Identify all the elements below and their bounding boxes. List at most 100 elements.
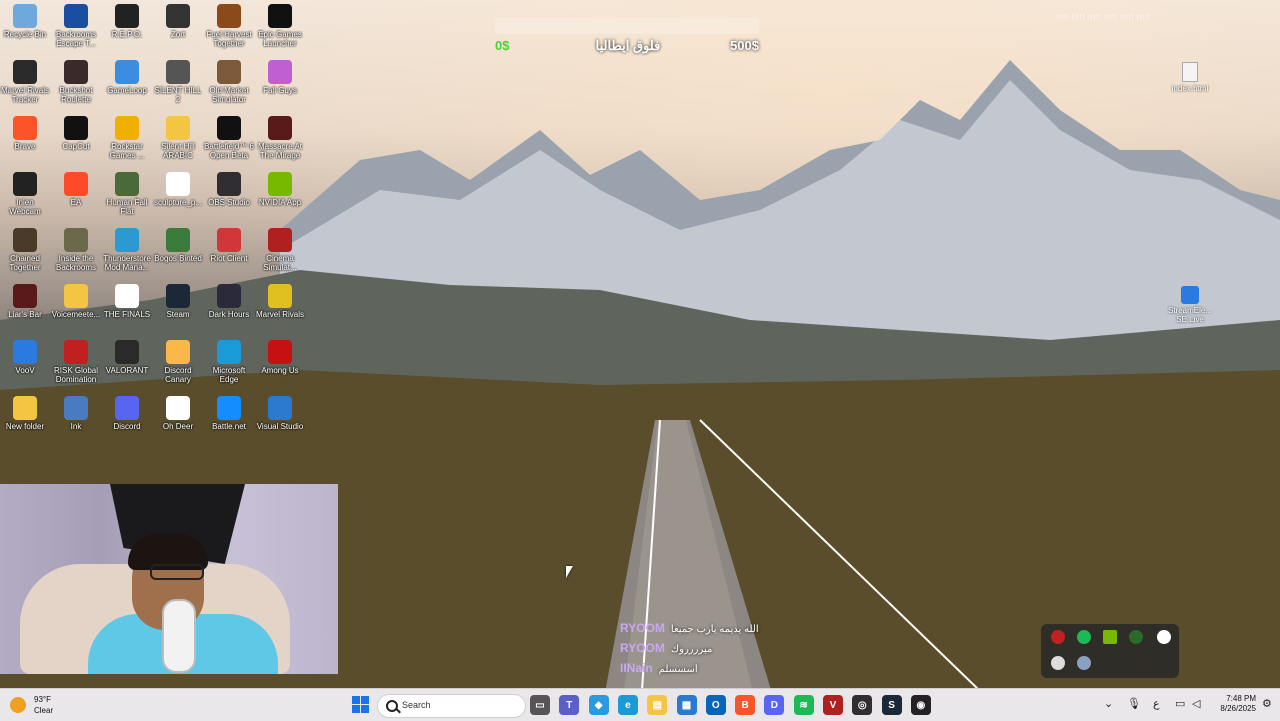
desktop-icon-streamelements[interactable]: StreamEle... SE.Live [1165,286,1215,324]
desktop-icon[interactable]: Among Us [255,338,305,375]
desktop-icon[interactable]: sculpture_p... [153,170,203,207]
desktop-icon[interactable]: Fuel Harvest Together [204,2,254,48]
teams-icon[interactable]: T [559,695,580,715]
desktop-icon[interactable]: Liar's Bar [0,282,50,319]
fall-guys-icon [268,60,292,84]
desktop-icon[interactable]: Massacre At The Mirage [255,114,305,160]
desktop-icon[interactable]: Voicemeete... [51,282,101,319]
spotify-icon[interactable] [1077,630,1091,644]
steam-icon[interactable]: S [881,695,902,715]
desktop-icon-index-html[interactable]: index.html [1165,62,1215,93]
desktop-icon[interactable]: THE FINALS [102,282,152,319]
steam-icon[interactable] [1077,656,1091,670]
desktop-icon[interactable]: Ink [51,394,101,431]
desktop-icon[interactable]: New folder [0,394,50,431]
file-explorer-icon[interactable]: ▤ [647,695,668,715]
desktop-icon[interactable]: Marvel Rivals Tracker [0,58,50,104]
desktop-icon-label: VooV [15,366,35,375]
gear-icon[interactable] [1157,630,1171,644]
desktop-icon[interactable]: Riot Client [204,226,254,263]
microphone-icon[interactable]: 🎙 [1127,697,1141,710]
desktop-icon[interactable]: Rockstar Games ... [102,114,152,160]
desktop-icon[interactable]: Cinema Simulat... [255,226,305,272]
voicemeeter-icon[interactable]: V [823,695,843,715]
desktop-icon[interactable]: Silent Hill ARABIC [153,114,203,160]
desktop-icon[interactable]: Dark Hours [204,282,254,319]
desktop-icon[interactable]: Human Fall Flat [102,170,152,216]
spotify-icon[interactable]: ≋ [793,695,814,715]
input-language[interactable]: ع [1153,697,1160,710]
desktop-icon[interactable]: Battle.net [204,394,254,431]
search-placeholder: Search [402,700,431,710]
desktop-icon[interactable]: OBS Studio [204,170,254,207]
webcam-icon[interactable] [1051,656,1065,670]
store-icon[interactable]: ▦ [676,695,697,715]
desktop-icon[interactable]: VooV [0,338,50,375]
desktop-icon[interactable]: SILENT HILL 2 [153,58,203,104]
webcam-icon[interactable]: ◉ [910,695,931,715]
desktop-icon[interactable]: Epic Games Launcher [255,2,305,48]
copilot-icon[interactable]: ◆ [588,695,609,715]
desktop-icon[interactable]: Recycle Bin [0,2,50,39]
desktop-icon[interactable]: Backrooms Escape T... [51,2,101,48]
chat-username: IINain [620,661,653,675]
desktop-icon[interactable]: Chained Together [0,226,50,272]
desktop-icon[interactable]: Battlefield™ 6 Open Beta [204,114,254,160]
desktop-icon[interactable]: Steam [153,282,203,319]
clock[interactable]: 7:48 PM 8/26/2025 [1212,694,1256,714]
desktop-icon-label: CapCut [62,142,90,151]
chat-message: RYOOM الله يديمه يارب جميعا [620,620,840,640]
desktop-icon[interactable]: Bogos Binted [153,226,203,263]
edge-icon[interactable]: e [617,695,638,715]
backrooms-icon [64,4,88,28]
discord-icon[interactable]: D [764,695,785,715]
desktop-icon-label: Rockstar Games ... [109,142,145,160]
obs-icon[interactable] [1051,630,1065,644]
desktop-icon[interactable]: Old Market Simulator [204,58,254,104]
notification-icon[interactable]: ⚙ [1262,697,1272,710]
brave-icon[interactable]: B [735,695,756,715]
desktop-icon[interactable]: VALORANT [102,338,152,375]
desktop-icon-label: Silent Hill ARABIC [161,142,195,160]
nvidia-icon[interactable] [1103,630,1117,644]
desktop-icon[interactable]: Marvel Rivals [255,282,305,319]
overlay-scrolling-text: !!!!! !!!!! !!!!! !!!!! !!!!! !!!!! [1055,13,1151,22]
obs-icon[interactable]: ◎ [852,695,873,715]
risk-icon [64,340,88,364]
desktop-icon[interactable]: NVIDIA App [255,170,305,207]
xbox-icon[interactable] [1129,630,1143,644]
chat-text: الله يديمه يارب جميعا [670,624,759,635]
desktop-icon[interactable]: CapCut [51,114,101,151]
task-view-icon[interactable]: ▭ [530,695,550,715]
start-button[interactable] [352,696,369,713]
chevron-up-icon[interactable]: ⌄ [1104,697,1113,710]
desktop-icon[interactable]: Brave [0,114,50,151]
network-icon[interactable]: ▭ [1175,697,1185,710]
desktop-icon-label: Visual Studio [256,422,304,431]
desktop-icon[interactable]: EA [51,170,101,207]
weather-widget[interactable]: 93°F Clear [10,693,90,717]
the-finals-icon [115,284,139,308]
steam-icon [166,284,190,308]
desktop-icon[interactable]: R.E.P.O. [102,2,152,39]
brave-icon [13,116,37,140]
volume-icon[interactable]: ◁ [1192,697,1200,710]
desktop-icon[interactable]: GameLoop [102,58,152,95]
desktop-icon[interactable]: Fall Guys [255,58,305,95]
file-icon [166,172,190,196]
desktop-icon[interactable]: Thunderstore Mod Mana... [102,226,152,272]
desktop-icon[interactable]: Zort [153,2,203,39]
desktop-icon[interactable]: Oh Deer [153,394,203,431]
desktop-icon[interactable]: Microsoft Edge [204,338,254,384]
desktop-icon[interactable]: Discord Canary [153,338,203,384]
desktop-icon[interactable]: Visual Studio [255,394,305,431]
search-box[interactable]: Search [377,694,526,718]
desktop-icon-label: Fuel Harvest Together [206,30,252,48]
outlook-icon[interactable]: O [705,695,726,715]
desktop-icon-label: Battlefield™ 6 Open Beta [204,142,254,160]
desktop-icon[interactable]: Buckshot Roulette [51,58,101,104]
desktop-icon[interactable]: Discord [102,394,152,431]
desktop-icon[interactable]: Inside the Backrooms [51,226,101,272]
desktop-icon[interactable]: Inlen Webcam [0,170,50,216]
desktop-icon[interactable]: RISK Global Domination [51,338,101,384]
